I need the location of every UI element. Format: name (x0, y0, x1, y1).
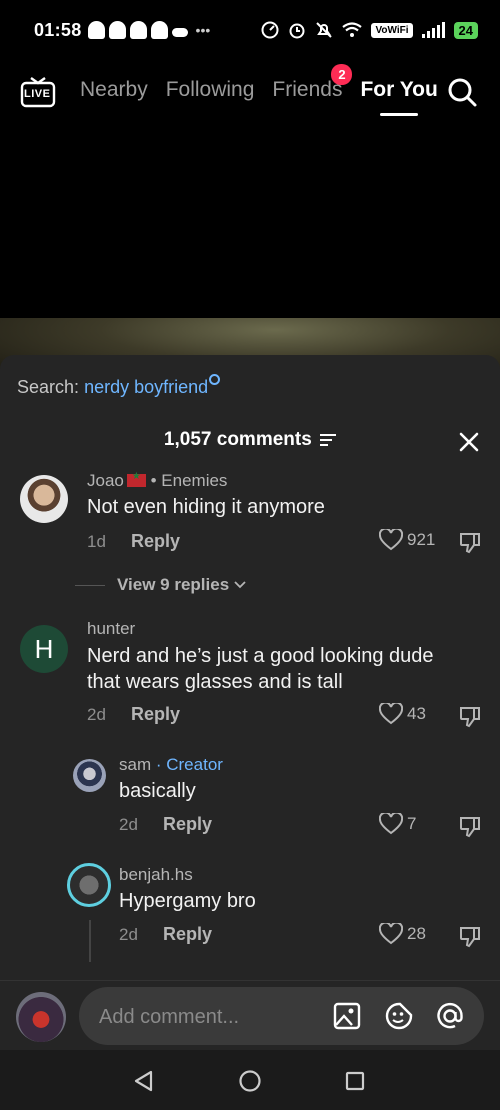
back-icon[interactable] (133, 1070, 155, 1092)
heart-icon (379, 703, 403, 725)
like-count: 7 (407, 814, 417, 833)
comment-composer: Add comment... (0, 980, 500, 1050)
like-button[interactable]: 43 (379, 703, 426, 725)
avatar[interactable] (67, 863, 111, 907)
comment-username[interactable]: sam · Creator (119, 755, 223, 775)
notification-icons (87, 21, 168, 39)
snapchat-icon (108, 21, 126, 39)
mute-icon (316, 22, 333, 38)
creator-label: · Creator (155, 755, 223, 774)
battery-icon: 24 (453, 21, 478, 39)
comments-sheet: Search: nerdy boyfriend 1,057 comments J… (0, 355, 500, 980)
alarm-icon (289, 23, 305, 39)
like-count: 28 (407, 924, 426, 943)
like-button[interactable]: 921 (379, 529, 435, 551)
comments-header: 1,057 comments (0, 429, 500, 451)
snapchat-icon (150, 21, 168, 39)
wifi-icon (342, 22, 363, 37)
snapchat-icon (129, 21, 147, 39)
flag-icon (126, 471, 146, 487)
system-navigation-bar (0, 1050, 500, 1110)
comment-age: 1d (87, 532, 106, 551)
reply-button[interactable]: Reply (163, 814, 212, 835)
tab-for-you[interactable]: For You (360, 78, 438, 116)
tab-friends-label: Friends (272, 78, 343, 101)
user-tag: • Enemies (150, 471, 228, 490)
comment-username[interactable]: hunter (87, 619, 135, 639)
heart-icon (379, 923, 403, 945)
dislike-icon[interactable] (458, 705, 482, 729)
sort-icon[interactable] (320, 433, 337, 446)
comment-username[interactable]: Joao • Enemies (87, 471, 227, 491)
signal-icon (421, 22, 445, 38)
avatar[interactable] (73, 759, 106, 792)
avatar-initial: H (34, 633, 54, 664)
comment-age: 2d (87, 705, 106, 724)
chevron-down-icon (234, 581, 246, 589)
recents-icon[interactable] (345, 1071, 365, 1091)
search-prefix: Search: (17, 377, 80, 397)
cloud-icon (171, 27, 188, 37)
dislike-icon[interactable] (458, 531, 482, 555)
sticker-icon[interactable] (384, 1001, 414, 1031)
comment-text: Nerd and he’s just a good looking dude t… (87, 643, 434, 695)
username-text: Joao (87, 471, 124, 490)
comment-age: 2d (119, 925, 138, 944)
like-button[interactable]: 28 (379, 923, 426, 945)
like-count: 43 (407, 704, 426, 723)
status-bar: 01:58 ••• VoWiFi 24 (0, 0, 500, 60)
dislike-icon[interactable] (458, 815, 482, 839)
reply-button[interactable]: Reply (163, 924, 212, 945)
comment-text: Not even hiding it anymore (87, 496, 325, 518)
view-replies-label: View 9 replies (117, 575, 230, 594)
speed-icon (261, 21, 279, 39)
heart-icon (379, 813, 403, 835)
reply-button[interactable]: Reply (131, 704, 180, 725)
comment-text: Hypergamy bro (119, 890, 256, 912)
view-replies-button[interactable]: View 9 replies (75, 575, 247, 595)
tab-following[interactable]: Following (166, 78, 255, 102)
comment-text: basically (119, 780, 196, 802)
comment-age: 2d (119, 815, 138, 834)
thread-line (89, 920, 91, 962)
image-icon[interactable] (332, 1001, 362, 1031)
search-small-icon (209, 374, 221, 385)
avatar[interactable]: H (20, 625, 68, 673)
status-time: 01:58 (34, 19, 82, 40)
dislike-icon[interactable] (458, 925, 482, 949)
divider (75, 584, 105, 586)
top-navigation: LIVE Nearby Following Friends 2 For You (0, 62, 500, 122)
comment-username[interactable]: benjah.hs (119, 865, 193, 885)
more-notifications-icon: ••• (195, 22, 211, 38)
tab-friends[interactable]: Friends 2 (272, 64, 353, 102)
like-count: 921 (407, 530, 436, 549)
search-term[interactable]: nerdy boyfriend (84, 377, 208, 397)
search-icon[interactable] (446, 76, 478, 108)
close-icon[interactable] (458, 431, 480, 453)
battery-level: 24 (458, 22, 473, 38)
home-icon[interactable] (239, 1070, 261, 1092)
search-suggestion[interactable]: Search: nerdy boyfriend (17, 374, 221, 398)
my-avatar[interactable] (16, 992, 66, 1042)
avatar[interactable] (20, 475, 68, 523)
reply-button[interactable]: Reply (131, 531, 180, 552)
live-label: LIVE (24, 88, 51, 100)
comment-input[interactable]: Add comment... (79, 987, 484, 1045)
heart-icon (379, 529, 403, 551)
mention-icon[interactable] (435, 1001, 465, 1031)
vowifi-label: VoWiFi (371, 22, 413, 38)
like-button[interactable]: 7 (379, 813, 416, 835)
snapchat-icon (87, 21, 105, 39)
friends-badge: 2 (331, 64, 353, 85)
comment-text-line: Nerd and he’s just a good looking dude (87, 645, 434, 667)
tab-nearby[interactable]: Nearby (80, 78, 148, 102)
comment-text-line: that wears glasses and is tall (87, 671, 343, 693)
username-text: sam (119, 755, 152, 774)
comment-input-placeholder: Add comment... (99, 1006, 240, 1028)
comments-count: 1,057 comments (163, 429, 312, 450)
